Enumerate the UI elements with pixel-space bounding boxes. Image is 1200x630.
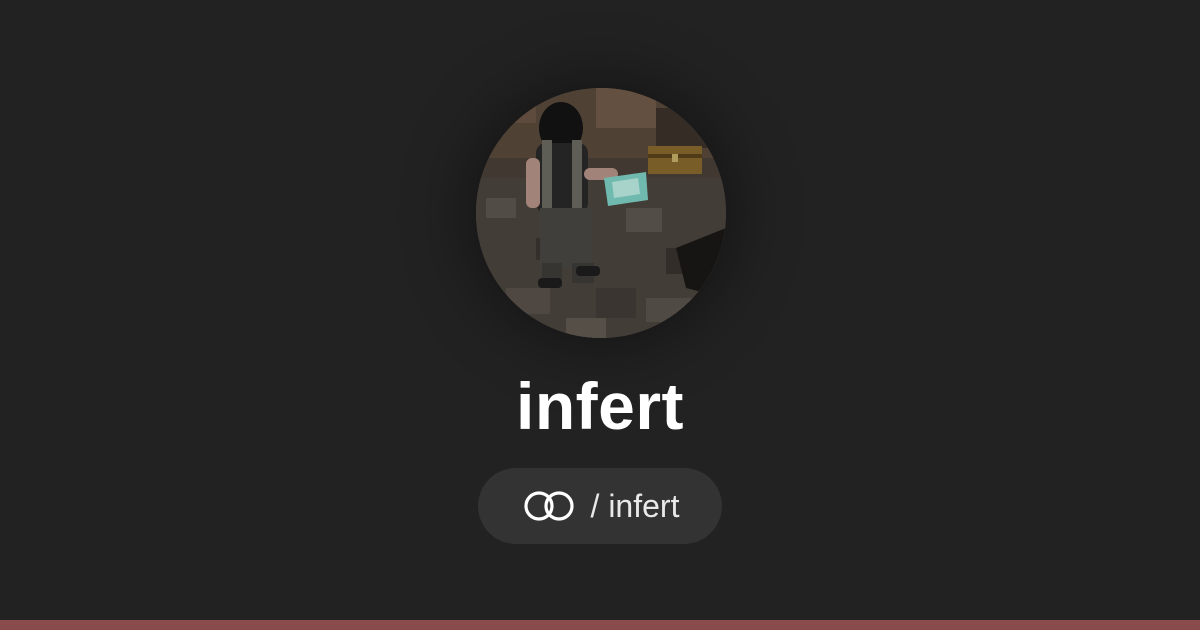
accent-bar — [0, 620, 1200, 630]
profile-handle: / infert — [590, 488, 680, 524]
profile-name: infert — [516, 369, 684, 443]
profile-link-button[interactable]: / infert — [478, 468, 722, 544]
profile-card: infert / infert — [0, 0, 1200, 630]
avatar — [476, 88, 726, 338]
avatar-photo — [476, 88, 726, 338]
linked-rings-icon — [523, 491, 574, 521]
